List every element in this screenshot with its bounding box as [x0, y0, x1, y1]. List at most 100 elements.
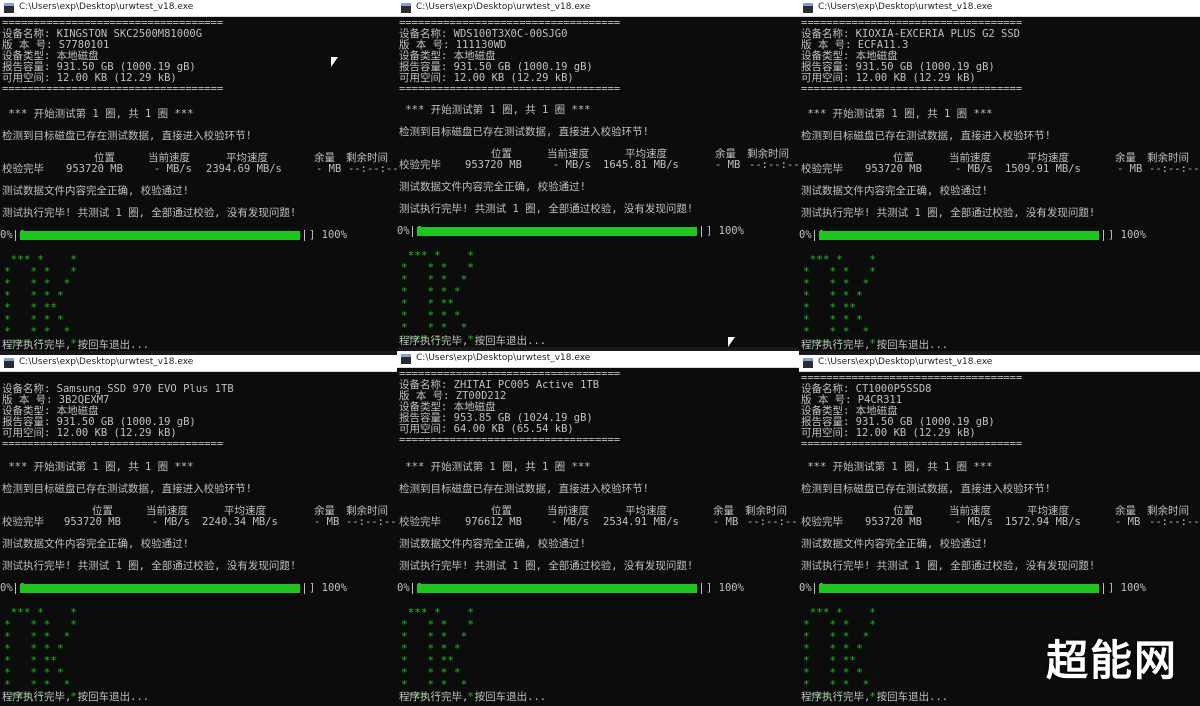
- test-done-line: 测试执行完毕! 共测试 1 圈, 全部通过校验, 没有发现问题!: [801, 560, 1096, 572]
- time-left-value: --:--:--: [1149, 163, 1200, 175]
- detect-line: 检测到目标磁盘已存在测试数据, 直接进入校验环节!: [399, 483, 649, 495]
- console-app-icon: [803, 358, 813, 368]
- window-title: C:\Users\exp\Desktop\urwtest_v18.exe: [818, 2, 993, 12]
- progress-bar: [814, 230, 1104, 241]
- average-speed-value: 2534.91 MB/s: [603, 516, 679, 528]
- status-text: 校验完毕: [399, 159, 441, 171]
- position-value: 953720 MB: [865, 516, 922, 528]
- status-text: 校验完毕: [2, 516, 44, 528]
- console-window-3[interactable]: C:\Users\exp\Desktop\urwtest_v18.exe ===…: [799, 0, 1200, 351]
- detect-line: 检测到目标磁盘已存在测试数据, 直接进入校验环节!: [2, 130, 252, 142]
- detect-line: 检测到目标磁盘已存在测试数据, 直接进入校验环节!: [801, 130, 1051, 142]
- progress-bar: [412, 583, 702, 594]
- exit-prompt: 程序执行完毕, 按回车退出...: [801, 691, 949, 703]
- average-speed-value: 2394.69 MB/s: [206, 163, 282, 175]
- ok-ascii-art: *** * * * * * * * * * * * * * * * * ** *…: [401, 249, 474, 346]
- progress-bar-fill: [417, 584, 697, 593]
- title-bar[interactable]: C:\Users\exp\Desktop\urwtest_v18.exe: [397, 351, 799, 368]
- title-bar[interactable]: C:\Users\exp\Desktop\urwtest_v18.exe: [0, 0, 397, 17]
- console-window-1[interactable]: C:\Users\exp\Desktop\urwtest_v18.exe ===…: [0, 0, 397, 351]
- verify-ok-line: 测试数据文件内容完全正确, 校验通过!: [801, 185, 988, 197]
- ok-ascii-art: *** * * * * * * * * * * * * * * * * ** *…: [803, 253, 876, 350]
- console-app-icon: [4, 358, 14, 368]
- console-window-5[interactable]: C:\Users\exp\Desktop\urwtest_v18.exe ===…: [397, 351, 799, 706]
- ok-ascii-art: *** * * * * * * * * * * * * * * * * ** *…: [4, 606, 77, 703]
- status-text: 校验完毕: [399, 516, 441, 528]
- time-left-value: --:--:--: [348, 163, 397, 175]
- separator-line: ===================================: [801, 83, 1023, 95]
- verify-ok-line: 测试数据文件内容完全正确, 校验通过!: [399, 181, 586, 193]
- progress-bar: [814, 583, 1104, 594]
- progress-bar-fill: [819, 584, 1099, 593]
- current-speed-value: - MB/s: [152, 516, 190, 528]
- mouse-cursor-icon: [728, 337, 735, 347]
- detect-line: 检测到目标磁盘已存在测试数据, 直接进入校验环节!: [801, 483, 1051, 495]
- window-title: C:\Users\exp\Desktop\urwtest_v18.exe: [416, 2, 591, 12]
- remaining-value: - MB: [1115, 516, 1141, 528]
- verify-ok-line: 测试数据文件内容完全正确, 校验通过!: [2, 185, 189, 197]
- test-done-line: 测试执行完毕! 共测试 1 圈, 全部通过校验, 没有发现问题!: [399, 560, 694, 572]
- average-speed-value: 1572.94 MB/s: [1005, 516, 1081, 528]
- progress-bar: [15, 583, 305, 594]
- remaining-value: - MB: [713, 516, 739, 528]
- current-speed-value: - MB/s: [154, 163, 192, 175]
- remaining-value: - MB: [316, 163, 342, 175]
- position-value: 953720 MB: [66, 163, 123, 175]
- separator-line: ===================================: [2, 438, 224, 450]
- detect-line: 检测到目标磁盘已存在测试数据, 直接进入校验环节!: [399, 126, 649, 138]
- exit-prompt: 程序执行完毕, 按回车退出...: [2, 691, 150, 703]
- separator-line: ===================================: [399, 434, 621, 446]
- console-window-4[interactable]: C:\Users\exp\Desktop\urwtest_v18.exe 设备名…: [0, 355, 397, 706]
- progress-bar-fill: [20, 231, 300, 240]
- window-title: C:\Users\exp\Desktop\urwtest_v18.exe: [818, 357, 993, 367]
- separator-line: ===================================: [399, 83, 621, 95]
- verify-ok-line: 测试数据文件内容完全正确, 校验通过!: [801, 538, 988, 550]
- position-value: 953720 MB: [64, 516, 121, 528]
- console-app-icon: [401, 354, 411, 364]
- title-bar[interactable]: C:\Users\exp\Desktop\urwtest_v18.exe: [0, 355, 397, 372]
- exit-prompt: 程序执行完毕, 按回车退出...: [2, 339, 150, 351]
- progress-bar-fill: [417, 227, 697, 236]
- console-output: =================================== 设备名称…: [799, 17, 1200, 351]
- test-done-line: 测试执行完毕! 共测试 1 圈, 全部通过校验, 没有发现问题!: [2, 560, 297, 572]
- window-title: C:\Users\exp\Desktop\urwtest_v18.exe: [416, 353, 591, 363]
- time-left-value: --:--:--: [1149, 516, 1200, 528]
- progress-end-label: ] 100%: [309, 582, 347, 594]
- verify-ok-line: 测试数据文件内容完全正确, 校验通过!: [2, 538, 189, 550]
- progress-end-label: ] 100%: [1108, 582, 1146, 594]
- ok-ascii-art: *** * * * * * * * * * * * * * * * * ** *…: [803, 606, 876, 703]
- average-speed-value: 2240.34 MB/s: [202, 516, 278, 528]
- console-app-icon: [401, 3, 411, 13]
- console-app-icon: [803, 3, 813, 13]
- separator-line: ===================================: [801, 438, 1023, 450]
- window-title: C:\Users\exp\Desktop\urwtest_v18.exe: [19, 2, 194, 12]
- status-text: 校验完毕: [2, 163, 44, 175]
- current-speed-value: - MB/s: [553, 159, 591, 171]
- time-left-value: --:--:--: [346, 516, 397, 528]
- ok-ascii-art: *** * * * * * * * * * * * * * * * * ** *…: [4, 253, 77, 350]
- progress-end-label: ] 100%: [706, 225, 744, 237]
- progress-end-label: ] 100%: [1108, 229, 1146, 241]
- console-output: 设备名称: Samsung SSD 970 EVO Plus 1TB 版 本 号…: [0, 372, 397, 706]
- test-start-line: *** 开始测试第 1 圈, 共 1 圈 ***: [399, 461, 591, 473]
- test-start-line: *** 开始测试第 1 圈, 共 1 圈 ***: [2, 108, 194, 120]
- progress-bar-fill: [819, 231, 1099, 240]
- console-output: =================================== 设备名称…: [397, 17, 799, 347]
- title-bar[interactable]: C:\Users\exp\Desktop\urwtest_v18.exe: [397, 0, 799, 17]
- title-bar[interactable]: C:\Users\exp\Desktop\urwtest_v18.exe: [799, 355, 1200, 372]
- test-start-line: *** 开始测试第 1 圈, 共 1 圈 ***: [801, 108, 993, 120]
- time-left-value: --:--:--: [749, 159, 799, 171]
- exit-prompt: 程序执行完毕, 按回车退出...: [399, 335, 547, 347]
- test-done-line: 测试执行完毕! 共测试 1 圈, 全部通过校验, 没有发现问题!: [801, 207, 1096, 219]
- console-window-2[interactable]: C:\Users\exp\Desktop\urwtest_v18.exe ===…: [397, 0, 799, 347]
- progress-bar: [412, 226, 702, 237]
- test-done-line: 测试执行完毕! 共测试 1 圈, 全部通过校验, 没有发现问题!: [2, 207, 297, 219]
- title-bar[interactable]: C:\Users\exp\Desktop\urwtest_v18.exe: [799, 0, 1200, 17]
- progress-bar-fill: [20, 584, 300, 593]
- exit-prompt: 程序执行完毕, 按回车退出...: [399, 691, 547, 703]
- test-start-line: *** 开始测试第 1 圈, 共 1 圈 ***: [2, 461, 194, 473]
- average-speed-value: 1509.91 MB/s: [1005, 163, 1081, 175]
- separator-line: ===================================: [2, 83, 224, 95]
- progress-end-label: ] 100%: [706, 582, 744, 594]
- test-done-line: 测试执行完毕! 共测试 1 圈, 全部通过校验, 没有发现问题!: [399, 203, 694, 215]
